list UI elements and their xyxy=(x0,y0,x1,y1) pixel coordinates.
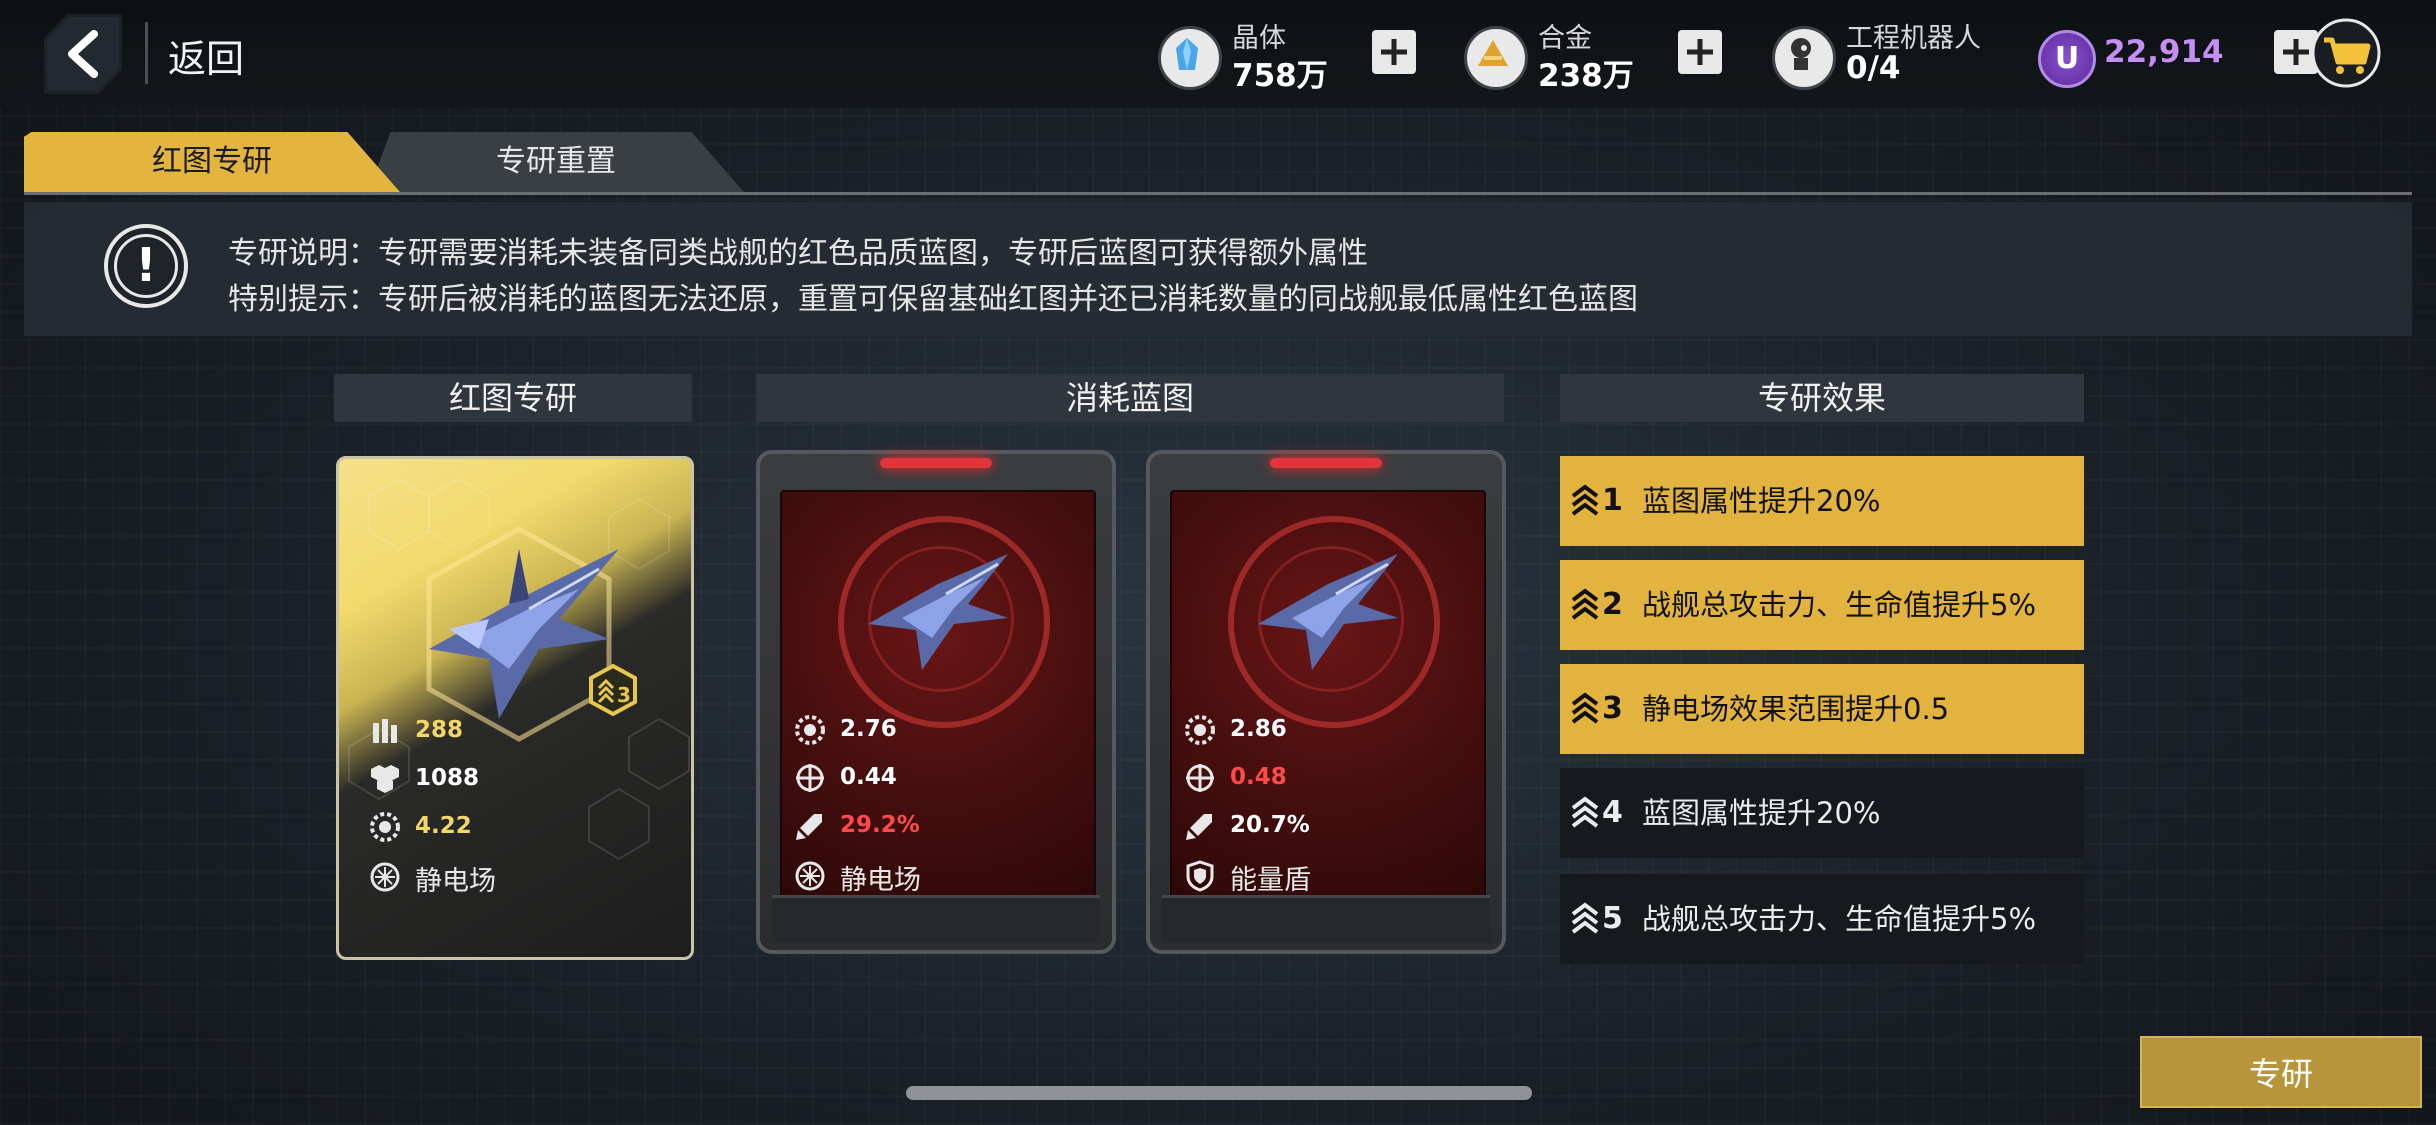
stat-value: 29.2% xyxy=(840,812,920,838)
missile-icon xyxy=(796,814,822,840)
target-icon xyxy=(796,764,824,792)
research-button[interactable]: 专研 xyxy=(2140,1036,2422,1108)
effect-text: 蓝图属性提升20% xyxy=(1642,796,1881,830)
notice-panel: ! 专研说明：专研需要消耗未装备同类战舰的红色品质蓝图，专研后蓝图可获得额外属性… xyxy=(24,202,2412,336)
add-crystal-button[interactable] xyxy=(1372,30,1416,74)
resource-value: 758万 xyxy=(1232,58,1328,94)
consumed-blueprint-card[interactable]: 2.86 0.48 20.7% 能量盾 xyxy=(1146,450,1506,954)
battleship-icon xyxy=(1258,554,1398,670)
section-title-consumed: 消耗蓝图 xyxy=(756,374,1504,422)
stat-value: 1088 xyxy=(415,765,480,791)
tab-red-research[interactable]: 红图专研 xyxy=(24,132,400,192)
premium-currency-icon: U xyxy=(2038,30,2096,88)
notice-description: 专研说明：专研需要消耗未装备同类战舰的红色品质蓝图，专研后蓝图可获得额外属性 xyxy=(228,236,1368,271)
effect-level: 4 xyxy=(1602,795,1623,830)
effect-level-1: 1 蓝图属性提升20% xyxy=(1560,456,2084,546)
rank-chevron-icon xyxy=(1571,796,1599,828)
notice-warning: 特别提示：专研后被消耗的蓝图无法还原，重置可保留基础红图并还已消耗数量的同战舰最… xyxy=(228,282,1638,317)
consumed-blueprint-card[interactable]: 2.76 0.44 29.2% 静电场 xyxy=(756,450,1116,954)
level-3-badge: 3 xyxy=(589,664,637,716)
rate-icon xyxy=(370,812,400,842)
skill-name: 静电场 xyxy=(415,866,496,897)
rank-chevron-icon xyxy=(1571,484,1599,516)
svg-text:3: 3 xyxy=(617,683,631,707)
tab-research-reset[interactable]: 专研重置 xyxy=(368,132,744,192)
resource-value: 0/4 xyxy=(1846,50,1901,86)
stat-value: 2.86 xyxy=(1230,716,1287,742)
effect-text: 战舰总攻击力、生命值提升5% xyxy=(1642,588,2037,622)
divider xyxy=(145,22,148,84)
alloy-icon xyxy=(1464,26,1528,90)
resource-value: 238万 xyxy=(1538,58,1634,94)
skill-name: 静电场 xyxy=(840,865,921,896)
stat-value: 20.7% xyxy=(1230,812,1310,838)
stat-value: 288 xyxy=(415,717,464,743)
effect-level-4: 4 蓝图属性提升20% xyxy=(1560,768,2084,858)
back-button[interactable] xyxy=(44,14,122,94)
stat-value: 4.22 xyxy=(415,813,472,839)
blueprint-inner: 2.86 0.48 20.7% 能量盾 xyxy=(1170,490,1486,902)
home-indicator[interactable] xyxy=(906,1086,1532,1100)
static-field-icon xyxy=(795,861,825,891)
stat-value: 0.44 xyxy=(840,764,897,790)
rank-chevron-icon xyxy=(1571,692,1599,724)
effect-level: 1 xyxy=(1602,483,1623,518)
shield-icon xyxy=(1186,860,1214,892)
red-indicator-light xyxy=(1270,458,1382,468)
red-blueprint-card[interactable]: 3 288 1088 4.22 静电场 xyxy=(336,456,694,960)
rate-icon xyxy=(1185,715,1215,745)
static-field-icon xyxy=(370,862,400,892)
ammo-icon xyxy=(373,719,397,743)
missile-icon xyxy=(1186,814,1212,840)
effect-level: 3 xyxy=(1602,691,1623,726)
section-title-red-blueprint: 红图专研 xyxy=(334,374,692,422)
card-base xyxy=(1162,895,1490,942)
effect-level: 5 xyxy=(1602,901,1623,936)
tab-underline xyxy=(24,192,2412,195)
premium-currency-value: 22,914 xyxy=(2104,34,2224,70)
rank-chevron-icon xyxy=(1571,588,1599,620)
rate-icon xyxy=(795,715,825,745)
exclamation-icon: ! xyxy=(104,224,188,308)
effect-text: 战舰总攻击力、生命值提升5% xyxy=(1642,902,2037,936)
blueprint-inner: 2.76 0.44 29.2% 静电场 xyxy=(780,490,1096,902)
battleship-icon xyxy=(868,554,1008,670)
effect-level-2: 2 战舰总攻击力、生命值提升5% xyxy=(1560,560,2084,650)
section-title-effects: 专研效果 xyxy=(1560,374,2084,422)
crystal-icon xyxy=(1158,26,1222,90)
chevron-left-icon xyxy=(68,30,98,78)
rank-chevron-icon xyxy=(1571,902,1599,934)
robot-icon xyxy=(1772,26,1836,90)
effect-level: 2 xyxy=(1602,587,1623,622)
top-bar: 返回 晶体 758万 合金 238万 工程机器人 0/4 U 22,914 xyxy=(0,0,2436,108)
effect-text: 静电场效果范围提升0.5 xyxy=(1642,692,1950,726)
stat-value: 2.76 xyxy=(840,716,897,742)
stat-value: 0.48 xyxy=(1230,764,1287,790)
skill-name: 能量盾 xyxy=(1230,865,1311,896)
target-icon xyxy=(1186,764,1214,792)
hull-icon xyxy=(371,765,399,793)
effect-text: 蓝图属性提升20% xyxy=(1642,484,1881,518)
card-base xyxy=(772,895,1100,942)
back-label[interactable]: 返回 xyxy=(168,28,244,83)
effect-level-3: 3 静电场效果范围提升0.5 xyxy=(1560,664,2084,754)
red-indicator-light xyxy=(880,458,992,468)
effect-level-5: 5 战舰总攻击力、生命值提升5% xyxy=(1560,874,2084,964)
shop-cart-icon[interactable] xyxy=(2310,18,2382,88)
add-alloy-button[interactable] xyxy=(1678,30,1722,74)
